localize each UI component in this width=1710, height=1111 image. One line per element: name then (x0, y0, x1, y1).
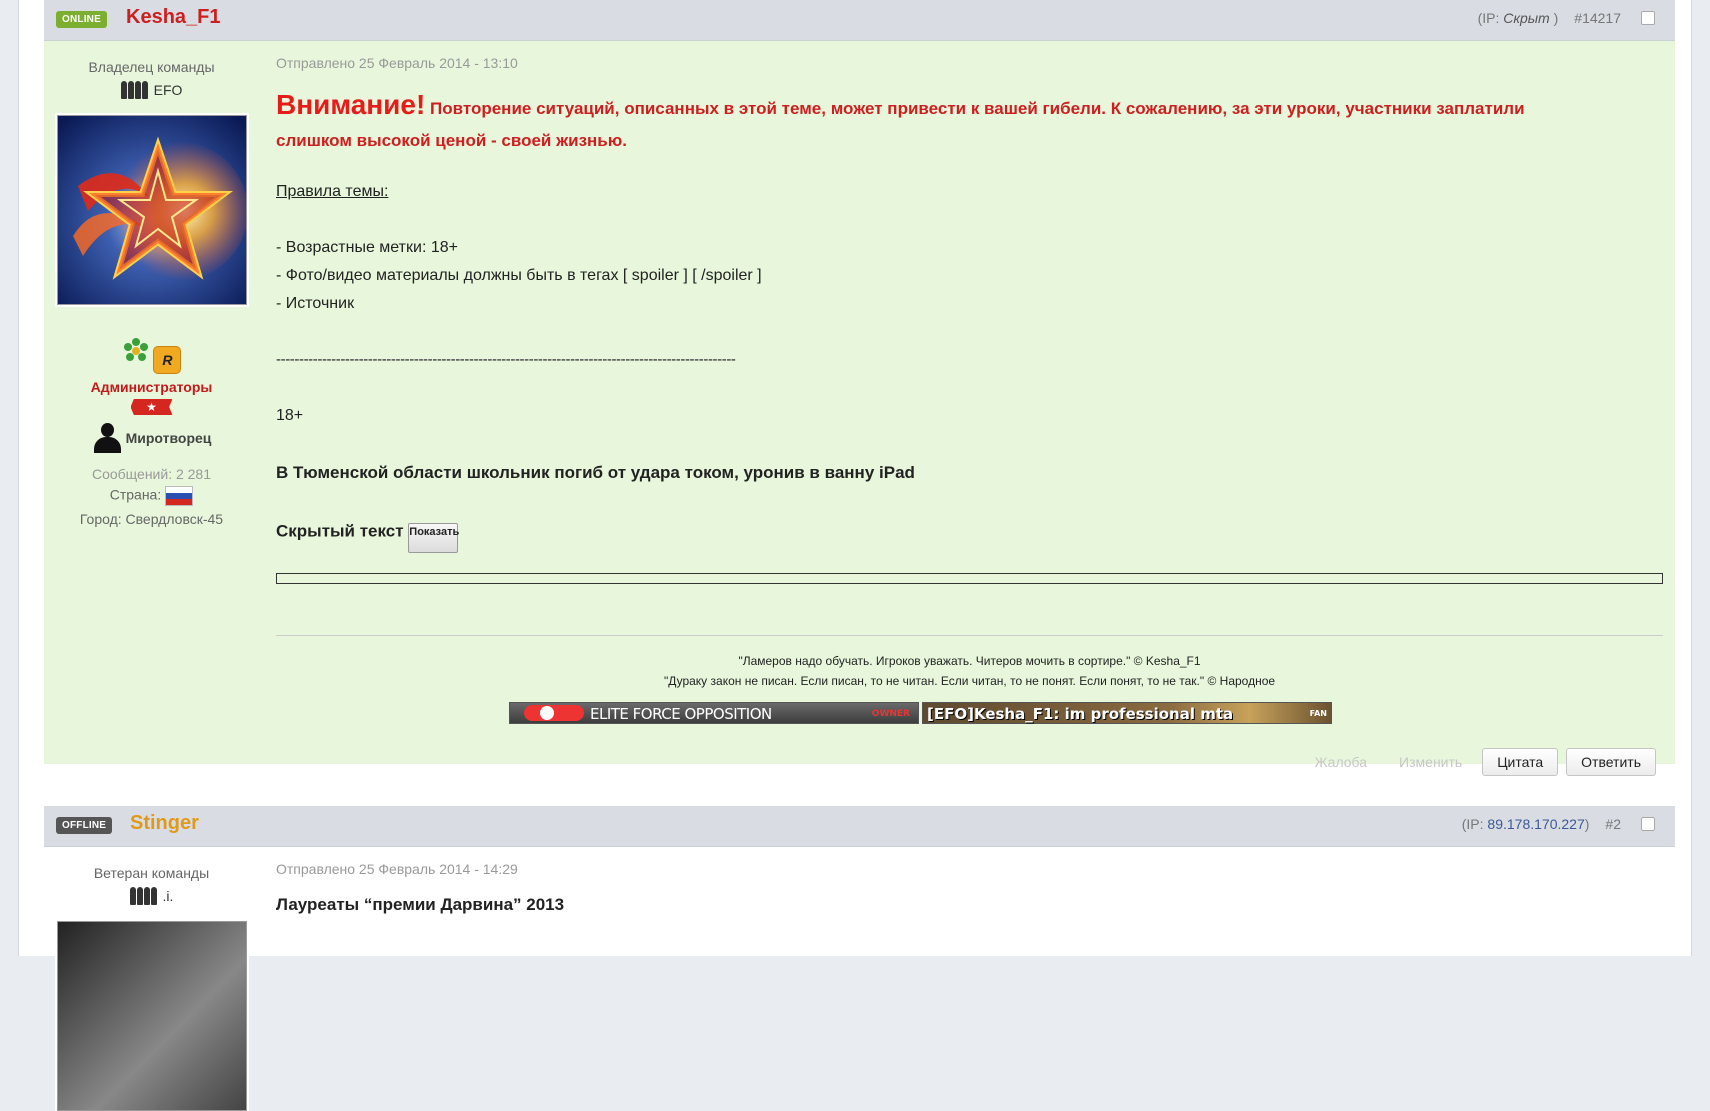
member-rank: Миротворец (44, 423, 259, 453)
spoiler-show-button[interactable]: Показать (408, 523, 459, 553)
city: Город: Свердловск-45 (79, 511, 224, 527)
team-row: .i. (44, 887, 259, 905)
warning-text: Внимание! Повторение ситуаций, описанных… (276, 89, 1525, 150)
post-actions: Жалоба Изменить Цитата Ответить (1303, 748, 1656, 776)
ip-value[interactable]: 89.178.170.227 (1487, 816, 1584, 832)
group-star-icon: ★ (130, 399, 173, 415)
avatar[interactable] (57, 115, 248, 305)
ip-info: (IP: Скрыт ) (1477, 10, 1559, 26)
rockstar-icon[interactable]: R (153, 346, 182, 374)
post-number-link[interactable]: #14217 (1574, 10, 1621, 26)
rule-item: - Фото/видео материалы должны быть в тег… (276, 267, 762, 284)
skull-icon (540, 706, 554, 720)
warning-heading: Внимание! (276, 89, 426, 120)
team-row: EFO (44, 81, 259, 99)
russia-flag-icon (165, 486, 194, 506)
member-title: Ветеран команды (93, 865, 210, 881)
username-link[interactable]: Stinger (130, 812, 199, 835)
rule-item: - Источник (276, 295, 355, 312)
dash-divider: ----------------------------------------… (276, 351, 736, 368)
post-meta: (IP: Скрыт ) #14217 (1478, 10, 1655, 26)
team-icon (129, 887, 157, 905)
status-badge: ONLINE (56, 11, 107, 28)
person-icon (92, 423, 122, 453)
post-count: Сообщений: 2 281 (91, 466, 212, 482)
ip-value: Скрыт (1503, 10, 1550, 26)
ip-info: (IP: 89.178.170.227) (1461, 816, 1590, 832)
select-post-checkbox[interactable] (1641, 817, 1655, 831)
team-name: .i. (162, 888, 174, 904)
post-2: OFFLINE Stinger (IP: 89.178.170.227) #2 … (44, 806, 1675, 1111)
avatar[interactable] (57, 921, 247, 1111)
username-link[interactable]: Kesha_F1 (126, 6, 221, 29)
icq-icon[interactable] (122, 337, 150, 365)
team-icon (120, 81, 148, 99)
signature-line: "Ламеров надо обучать. Игроков уважать. … (738, 654, 1201, 668)
quote-button[interactable]: Цитата (1482, 748, 1559, 776)
spoiler-content (276, 573, 1663, 584)
report-link[interactable]: Жалоба (1303, 754, 1379, 770)
spoiler-row: Скрытый текст Показать (276, 517, 459, 553)
post-headline: Лауреаты “премии Дарвина” 2013 (276, 895, 565, 914)
page: ONLINE Kesha_F1 (IP: Скрыт ) #14217 Влад… (18, 0, 1692, 1111)
country-row: Страна: (44, 486, 259, 506)
edit-link[interactable]: Изменить (1387, 754, 1474, 770)
userbar-efo[interactable]: ELITE FORCE OPPOSITION OWNER (509, 702, 919, 724)
post-header: OFFLINE Stinger (IP: 89.178.170.227) #2 (44, 806, 1675, 847)
post-date: Отправлено 25 Февраль 2014 - 13:10 (276, 55, 518, 71)
member-group: Администраторы (90, 379, 213, 395)
select-post-checkbox[interactable] (1641, 11, 1655, 25)
signature-line: "Дураку закон не писан. Если писан, то н… (663, 674, 1276, 688)
post-header: ONLINE Kesha_F1 (IP: Скрыт ) #14217 (44, 0, 1675, 41)
rule-item: - Возрастные метки: 18+ (276, 239, 458, 256)
signature-divider (276, 635, 1663, 636)
spoiler-label: Скрытый текст (276, 521, 404, 541)
age-label: 18+ (276, 407, 304, 424)
reply-button[interactable]: Ответить (1566, 748, 1656, 776)
rules-heading: Правила темы: (276, 183, 389, 200)
userbar-mta[interactable]: [EFO]Kesha_F1: im professional mta FAN (922, 702, 1332, 724)
team-name: EFO (153, 82, 183, 98)
efo-logo-icon (524, 705, 584, 721)
post-number-link[interactable]: #2 (1605, 816, 1621, 832)
post-meta: (IP: 89.178.170.227) #2 (1462, 816, 1655, 832)
post-date: Отправлено 25 Февраль 2014 - 14:29 (276, 861, 518, 877)
post-14217: ONLINE Kesha_F1 (IP: Скрыт ) #14217 Влад… (44, 0, 1675, 776)
avatar-star-image (58, 116, 248, 304)
news-headline: В Тюменской области школьник погиб от уд… (276, 463, 915, 482)
status-badge: OFFLINE (56, 817, 113, 834)
member-title: Владелец команды (88, 59, 215, 75)
